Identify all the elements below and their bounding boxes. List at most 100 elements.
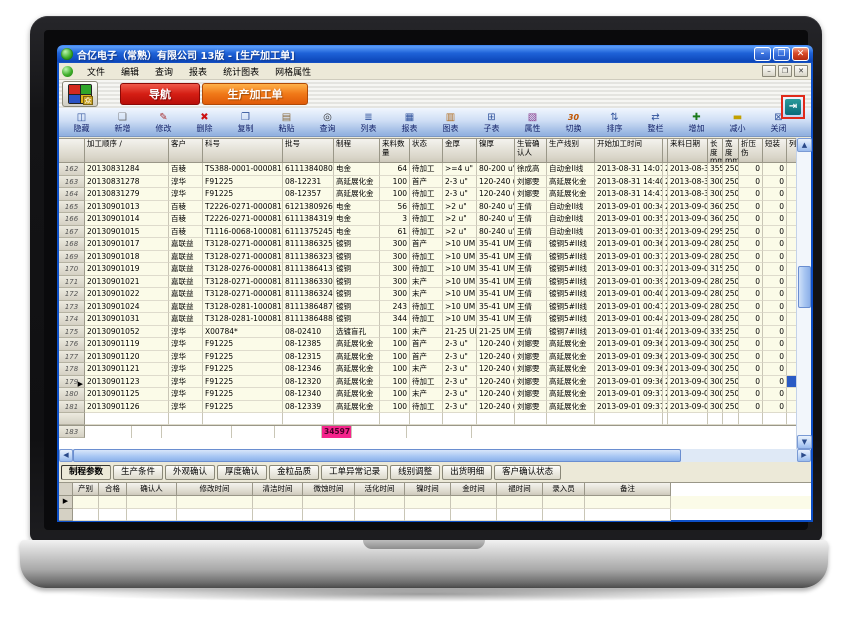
grid-cell[interactable]: 待加工: [410, 313, 443, 326]
grid-cell[interactable]: 120-240 u": [477, 351, 515, 364]
grid-cell[interactable]: 2-3 u": [443, 188, 477, 201]
grid-cell[interactable]: 2013-08-31: [668, 176, 708, 189]
grid-cell[interactable]: 0: [739, 276, 763, 289]
grid-cell[interactable]: [787, 301, 796, 314]
grid-cell[interactable]: 0: [763, 326, 787, 339]
grid-cell[interactable]: 待加工: [410, 263, 443, 276]
close-button[interactable]: ✕: [792, 47, 809, 61]
grid-cell[interactable]: [787, 251, 796, 264]
grid-cell[interactable]: 镀铜: [334, 238, 380, 251]
column-header[interactable]: 生产线别: [547, 139, 595, 163]
grid-cell[interactable]: 250: [723, 213, 739, 226]
detail-cell[interactable]: [405, 496, 451, 509]
grid-cell[interactable]: 2013-09-01 00:37:13: [595, 251, 663, 264]
grid-cell[interactable]: 0: [763, 263, 787, 276]
grid-cell[interactable]: 高延展化金: [334, 338, 380, 351]
grid-cell[interactable]: 250: [723, 188, 739, 201]
toolbar-subtable-button[interactable]: ⊞子表: [471, 108, 512, 136]
grid-cell[interactable]: 120-240 u": [477, 188, 515, 201]
scroll-down-arrow-icon[interactable]: ▼: [797, 435, 812, 449]
grid-cell[interactable]: >=4 u": [443, 163, 477, 176]
grid-cell[interactable]: 淳华: [169, 188, 203, 201]
grid-cell[interactable]: 淳华: [169, 376, 203, 389]
grid-cell[interactable]: 344: [380, 313, 410, 326]
column-header[interactable]: 镍厚: [477, 139, 515, 163]
grid-cell[interactable]: 0: [739, 376, 763, 389]
grid-cell[interactable]: 120-240 u": [477, 176, 515, 189]
grid-cell[interactable]: 100: [380, 376, 410, 389]
row-number-cell[interactable]: 176: [59, 338, 85, 351]
grid-cell[interactable]: [787, 376, 796, 389]
grid-cell[interactable]: 2013-09-01 00:36:54: [595, 238, 663, 251]
grid-cell[interactable]: 2013-09-01 00:44:45: [595, 313, 663, 326]
column-header[interactable]: 制程: [334, 139, 380, 163]
grid-cell[interactable]: 0: [763, 176, 787, 189]
grid-cell[interactable]: 280: [708, 251, 723, 264]
grid-cell[interactable]: T3128-0271-0000811: [203, 288, 283, 301]
table-row[interactable]: 17720130901120淳华F9122508-12315高延展化金100首产…: [59, 351, 796, 364]
row-number-cell[interactable]: 174: [59, 313, 85, 326]
horizontal-scrollbar[interactable]: ◀ ▶: [59, 449, 811, 462]
grid-cell[interactable]: 120-240 u": [477, 338, 515, 351]
grid-cell[interactable]: 镀铜5#II线: [547, 301, 595, 314]
grid-cell[interactable]: F91225: [203, 388, 283, 401]
grid-cell[interactable]: 徐成高: [515, 163, 547, 176]
detail-cell[interactable]: [585, 509, 671, 522]
grid-cell[interactable]: 待加工: [410, 188, 443, 201]
grid-header[interactable]: 加工顺序 ∕客户科号批号制程来料数 量状态金厚镍厚生管确 认人生产线别开始加工时…: [59, 139, 796, 163]
detail-cell[interactable]: [177, 496, 253, 509]
table-row[interactable]: 17620130901119淳华F9122508-12385高延展化金100首产…: [59, 338, 796, 351]
grid-cell[interactable]: 淳华: [169, 351, 203, 364]
grid-cell[interactable]: 2013-09-01 00:35:46: [595, 226, 663, 239]
nav-button[interactable]: 导航: [120, 83, 200, 105]
grid-cell[interactable]: 100: [380, 338, 410, 351]
grid-cell[interactable]: 0: [763, 251, 787, 264]
grid-cell[interactable]: 0: [739, 213, 763, 226]
row-number-cell[interactable]: 166: [59, 213, 85, 226]
grid-cell[interactable]: 80-200 u": [477, 163, 515, 176]
detail-tab-1[interactable]: 生产条件: [113, 465, 163, 480]
grid-cell[interactable]: 20130901014: [85, 213, 169, 226]
table-row[interactable]: 16820130901017嘉联益T3128-0271-000081181113…: [59, 238, 796, 251]
detail-cell[interactable]: [303, 509, 355, 522]
grid-cell[interactable]: 335: [708, 326, 723, 339]
detail-tab-3[interactable]: 厚度确认: [217, 465, 267, 480]
column-header[interactable]: 宽度 mm: [723, 139, 739, 163]
grid-cell[interactable]: 20130901125: [85, 388, 169, 401]
grid-cell[interactable]: 120-240 u": [477, 401, 515, 414]
row-number-cell[interactable]: 164: [59, 188, 85, 201]
detail-cell[interactable]: [451, 496, 497, 509]
grid-cell[interactable]: 0: [739, 263, 763, 276]
grid-cell[interactable]: 300: [708, 401, 723, 414]
grid-cell[interactable]: 64: [380, 163, 410, 176]
grid-cell[interactable]: 高延展化金: [334, 363, 380, 376]
grid-cell[interactable]: T3128-0271-0000811: [203, 251, 283, 264]
row-number-cell[interactable]: 167: [59, 226, 85, 239]
grid-cell[interactable]: 20130901052: [85, 326, 169, 339]
grid-cell[interactable]: [787, 238, 796, 251]
grid-cell[interactable]: 王倩: [515, 238, 547, 251]
grid-cell[interactable]: 嘉联益: [169, 251, 203, 264]
grid-cell[interactable]: >10 UM: [443, 251, 477, 264]
detail-cell[interactable]: [497, 496, 543, 509]
grid-cell[interactable]: 243: [380, 301, 410, 314]
grid-cell[interactable]: 300: [708, 176, 723, 189]
grid-cell[interactable]: 08-12385: [283, 338, 334, 351]
grid-cell[interactable]: 刘娜雯: [515, 401, 547, 414]
grid-cell[interactable]: 250: [723, 401, 739, 414]
grid-cell[interactable]: 2-3 u": [443, 176, 477, 189]
row-number-cell[interactable]: 165: [59, 201, 85, 214]
grid-cell[interactable]: 300: [708, 388, 723, 401]
table-row[interactable]: 16920130901018嘉联益T3128-0271-000081181113…: [59, 251, 796, 264]
grid-cell[interactable]: 20130831279: [85, 188, 169, 201]
grid-cell[interactable]: 镀铜: [334, 251, 380, 264]
grid-cell[interactable]: 2-3 u": [443, 351, 477, 364]
grid-cell[interactable]: 电金: [334, 213, 380, 226]
mdi-close-button[interactable]: ✕: [794, 65, 808, 77]
grid-cell[interactable]: 20130901013: [85, 201, 169, 214]
grid-cell[interactable]: 35-41 UM: [477, 251, 515, 264]
grid-cell[interactable]: 0: [763, 188, 787, 201]
grid-cell[interactable]: 0: [763, 376, 787, 389]
table-row[interactable]: 16320130831278淳华F9122508-12231高延展化金100首产…: [59, 176, 796, 189]
grid-cell[interactable]: 56: [380, 201, 410, 214]
